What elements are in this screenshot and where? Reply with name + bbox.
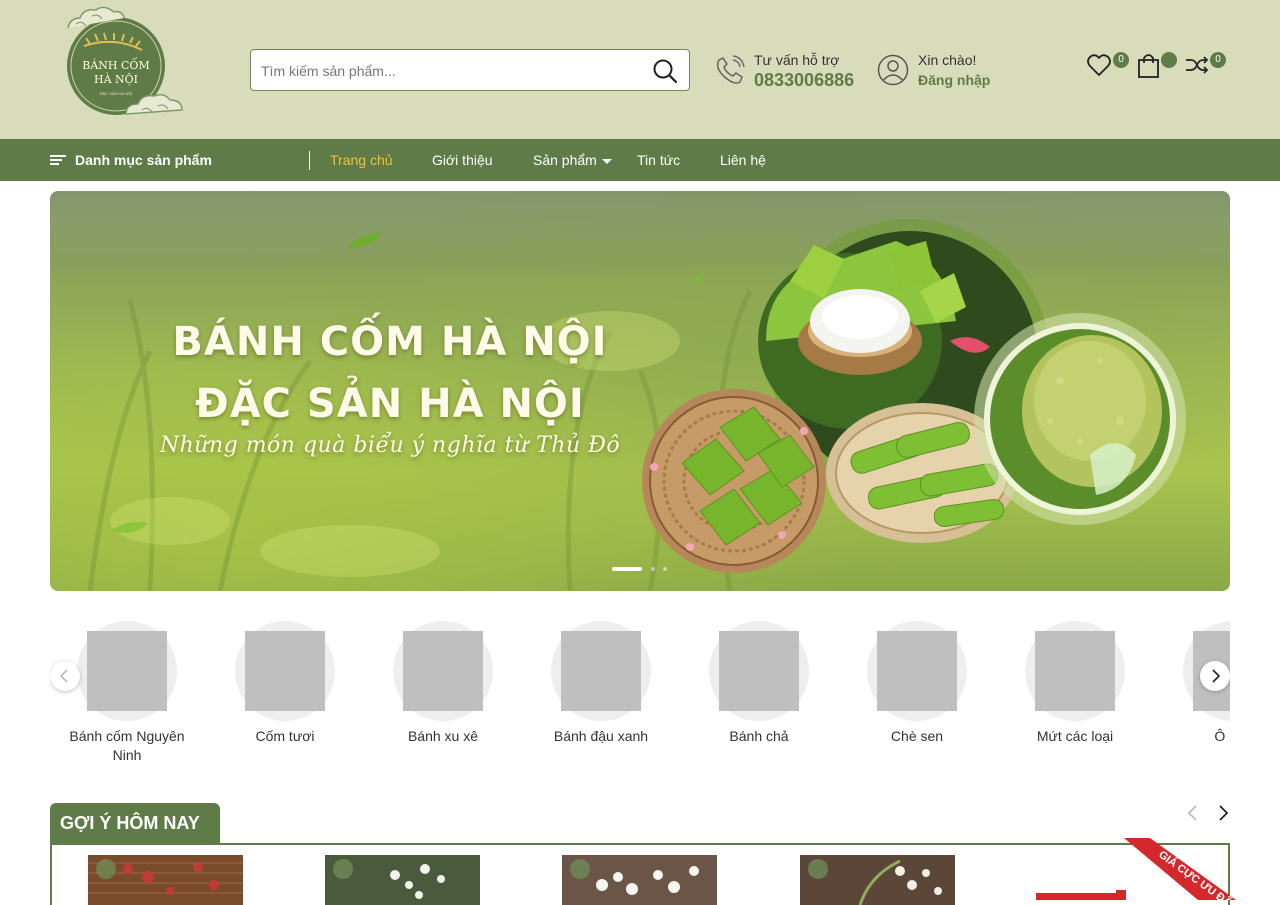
category-thumb <box>867 621 967 721</box>
product-image <box>88 855 243 905</box>
support-hotline[interactable]: Tư vấn hỗ trợ 0833006886 <box>714 52 864 92</box>
phone-icon <box>716 55 745 84</box>
category-label: Bánh cốm Nguyên Ninh <box>69 728 185 763</box>
category-label: Bánh xu xê <box>407 728 479 744</box>
search-box <box>250 49 690 91</box>
logo-tagline: ĐẶC SẢN HÀ NỘI <box>100 91 133 96</box>
menu-bars-icon <box>50 154 66 166</box>
chevron-right-icon <box>1212 669 1221 683</box>
nav-divider <box>309 151 310 170</box>
category-item[interactable]: Bánh cốm Nguyên Ninh <box>50 621 206 765</box>
login-link[interactable]: Đăng nhập <box>918 72 990 88</box>
site-logo[interactable]: BÁNH CỐM HÀ NỘI ĐẶC SẢN HÀ NỘI <box>62 6 194 124</box>
user-icon <box>877 54 909 86</box>
slider-dot-3[interactable] <box>663 567 667 571</box>
nav-products[interactable]: Sản phẩm <box>533 139 612 181</box>
cart-bag-icon[interactable] <box>1136 52 1162 78</box>
category-thumb <box>551 621 651 721</box>
compare-count-badge: 0 <box>1210 52 1226 68</box>
account-greeting: Xin chào! <box>918 52 977 68</box>
carousel-next-button[interactable] <box>1200 661 1230 691</box>
product-thumb-2[interactable] <box>325 855 480 905</box>
suggested-next-arrow[interactable] <box>1210 800 1236 826</box>
category-item[interactable]: Bánh đậu xanh <box>522 621 680 746</box>
category-menu-toggle[interactable]: Danh mục sản phẩm <box>50 139 212 181</box>
account-box[interactable]: Xin chào! Đăng nhập <box>877 52 1007 92</box>
image-placeholder <box>245 631 325 711</box>
wishlist-heart-icon[interactable] <box>1086 52 1112 78</box>
banner-subheadline: Những món quà biểu ý nghĩa từ Thủ Đô <box>159 433 621 458</box>
category-thumb <box>235 621 335 721</box>
slider-dot-1[interactable] <box>612 567 642 571</box>
support-label: Tư vấn hỗ trợ <box>754 52 840 68</box>
image-placeholder <box>719 631 799 711</box>
product-image <box>800 855 955 905</box>
promo-ribbon: GIÁ CỰC ƯU ĐÃI <box>1116 838 1280 900</box>
category-item[interactable]: Cốm tươi <box>206 621 364 746</box>
logo-emblem: BÁNH CỐM HÀ NỘI ĐẶC SẢN HÀ NỘI <box>67 6 183 115</box>
banner-headline-1: BÁNH CỐM HÀ NỘI <box>172 319 608 365</box>
category-thumb <box>1025 621 1125 721</box>
promo-ribbon-label: GIÁ CỰC ƯU ĐÃI <box>1156 848 1236 900</box>
support-phone[interactable]: 0833006886 <box>754 70 854 91</box>
image-placeholder <box>1035 631 1115 711</box>
category-label: Ô mai <box>1214 728 1230 744</box>
search-input[interactable] <box>261 60 641 82</box>
nav-news[interactable]: Tin tức <box>637 139 680 181</box>
slider-dot-2[interactable] <box>651 567 655 571</box>
category-label: Chè sen <box>890 728 944 744</box>
banner-headline-2: ĐẶC SẢN HÀ NỘI <box>195 381 585 427</box>
product-thumb-4[interactable] <box>800 855 955 905</box>
image-placeholder <box>877 631 957 711</box>
logo-text-line2: HÀ NỘI <box>94 72 138 86</box>
carousel-prev-button[interactable] <box>50 661 80 691</box>
nav-contact[interactable]: Liên hệ <box>720 139 766 181</box>
category-item[interactable]: Chè sen <box>838 621 996 746</box>
chevron-down-icon <box>601 158 612 164</box>
category-thumb <box>709 621 809 721</box>
product-image <box>562 855 717 905</box>
product-image <box>325 855 480 905</box>
category-label: Bánh chả <box>729 728 789 744</box>
logo-text-line1: BÁNH CỐM <box>82 57 149 72</box>
compare-shuffle-icon[interactable] <box>1184 52 1210 78</box>
category-carousel: Bánh cốm Nguyên Ninh Cốm tươi Bánh xu xê… <box>50 611 1230 771</box>
section-title-suggested: GỢI Ý HÔM NAY <box>50 803 220 844</box>
category-thumb <box>77 621 177 721</box>
category-menu-label: Danh mục sản phẩm <box>75 152 212 168</box>
product-thumb-3[interactable] <box>562 855 717 905</box>
chevron-left-icon <box>59 669 68 683</box>
site-header: BÁNH CỐM HÀ NỘI ĐẶC SẢN HÀ NỘI Tư vấn hỗ… <box>0 0 1280 139</box>
nav-about[interactable]: Giới thiệu <box>432 139 493 181</box>
suggested-prev-arrow[interactable] <box>1180 800 1206 826</box>
category-label: Mứt các loại <box>1036 728 1114 744</box>
search-icon[interactable] <box>651 57 679 85</box>
category-item[interactable]: Bánh xu xê <box>364 621 522 746</box>
category-item[interactable]: Mứt các loại <box>996 621 1154 746</box>
main-nav: Danh mục sản phẩm Trang chủ Giới thiệu S… <box>0 139 1280 181</box>
hero-banner[interactable]: BÁNH CỐM HÀ NỘI ĐẶC SẢN HÀ NỘI Những món… <box>50 191 1230 591</box>
product-thumb-1[interactable] <box>88 855 243 905</box>
nav-products-label: Sản phẩm <box>533 152 597 168</box>
image-placeholder <box>561 631 641 711</box>
cart-count-badge <box>1161 52 1177 68</box>
wishlist-count-badge: 0 <box>1113 52 1129 68</box>
image-placeholder <box>87 631 167 711</box>
promo-ribbon-label-wrap: GIÁ CỰC ƯU ĐÃI <box>1156 848 1236 900</box>
product-thumb-5-edge[interactable] <box>1036 893 1122 900</box>
image-placeholder <box>403 631 483 711</box>
category-item[interactable]: Bánh chả <box>680 621 838 746</box>
category-label: Cốm tươi <box>255 728 315 744</box>
category-label: Bánh đậu xanh <box>553 728 649 744</box>
nav-home[interactable]: Trang chủ <box>330 139 393 181</box>
category-thumb <box>393 621 493 721</box>
